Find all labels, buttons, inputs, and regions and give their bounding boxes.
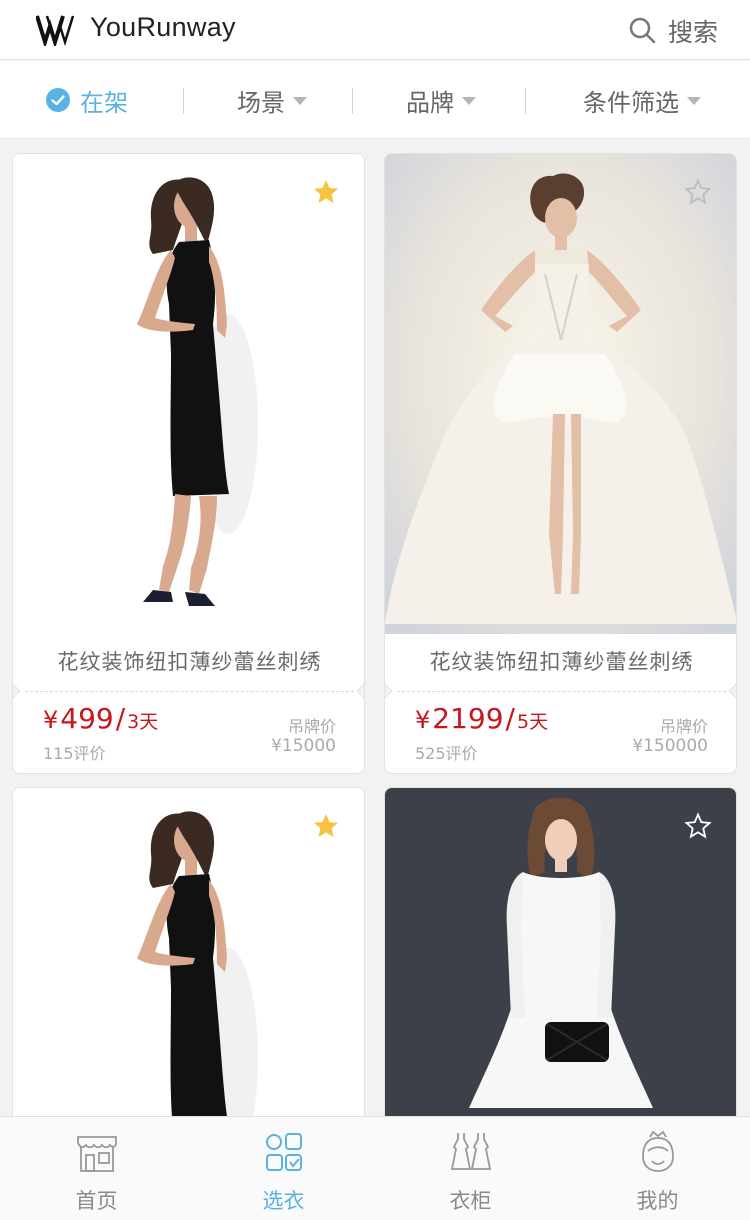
star-icon-outline[interactable] (684, 178, 712, 206)
storefront-icon (77, 1136, 117, 1172)
nav-select-label: 选衣 (262, 1189, 305, 1213)
scene-label: 场景 (237, 88, 285, 117)
ticket-notch (13, 682, 21, 700)
grid-select-icon (266, 1133, 302, 1171)
product-card[interactable] (12, 787, 365, 1147)
price-separator: / (505, 702, 515, 735)
scene-filter[interactable]: 场景 (237, 61, 307, 139)
review-count: 115评价 (43, 744, 106, 763)
tag-price-label: 吊牌价 (287, 717, 336, 736)
princess-avatar-icon (642, 1130, 674, 1172)
on-shelf-filter[interactable]: 在架 (46, 61, 128, 139)
rental-price: ¥ 2199 / 5天 (415, 702, 548, 735)
rental-period: 5天 (516, 711, 549, 733)
nav-select[interactable]: 选衣 (190, 1117, 377, 1220)
review-count: 525评价 (415, 744, 478, 763)
star-icon-filled[interactable] (312, 178, 340, 206)
filter-divider (525, 88, 526, 114)
product-card[interactable]: 花纹装饰纽扣薄纱蕾丝刺绣 ¥ 2199 / 5天 525评价 吊牌价 ¥1500… (384, 153, 737, 774)
filter-divider (183, 88, 184, 114)
dresses-icon (450, 1133, 492, 1170)
star-icon-filled[interactable] (312, 812, 340, 840)
nav-wardrobe[interactable]: 衣柜 (377, 1117, 564, 1220)
currency-symbol: ¥ (43, 706, 59, 734)
top-bar: YouRunway 搜索 (0, 0, 750, 60)
black-dress-model-image (13, 154, 364, 634)
price-amount: 2199 (432, 702, 504, 735)
black-dress-model-image (13, 788, 364, 1146)
bottom-nav: 首页 选衣 衣柜 我的 (0, 1116, 750, 1220)
dashed-divider (397, 691, 726, 692)
check-circle-icon (46, 88, 70, 112)
tag-price-value: ¥150000 (632, 736, 708, 756)
search-icon[interactable] (628, 16, 656, 44)
search-button[interactable]: 搜索 (668, 13, 718, 49)
tag-price-value: ¥15000 (271, 736, 336, 756)
rental-period: 3天 (127, 711, 159, 733)
star-icon-outline[interactable] (684, 812, 712, 840)
product-card[interactable]: 花纹装饰纽扣薄纱蕾丝刺绣 ¥ 499 / 3天 115评价 吊牌价 ¥15000 (12, 153, 365, 774)
conditions-label: 条件筛选 (583, 88, 679, 117)
brand-label: 品牌 (406, 88, 454, 117)
app-root: YouRunway 搜索 在架 场景 品牌 条件筛选 花纹装饰纽扣薄纱蕾丝刺绣 … (0, 0, 750, 1220)
product-name: 花纹装饰纽扣薄纱蕾丝刺绣 (57, 650, 322, 674)
ticket-notch (728, 682, 736, 700)
nav-mine[interactable]: 我的 (564, 1117, 750, 1220)
filter-divider (352, 88, 353, 114)
brand-filter[interactable]: 品牌 (406, 61, 476, 139)
conditions-filter[interactable]: 条件筛选 (583, 61, 701, 139)
caret-down-icon (462, 97, 476, 105)
product-photo[interactable] (385, 788, 736, 1146)
yourunway-logo (36, 15, 74, 46)
rental-price: ¥ 499 / 3天 (43, 702, 158, 735)
wedding-gown-model-image (385, 154, 736, 634)
product-card[interactable] (384, 787, 737, 1147)
price-amount: 499 (60, 702, 114, 735)
filter-bar: 在架 场景 品牌 条件筛选 (0, 61, 750, 139)
product-photo[interactable] (13, 154, 364, 634)
nav-mine-label: 我的 (636, 1189, 679, 1213)
ticket-notch (385, 682, 393, 700)
product-name: 花纹装饰纽扣薄纱蕾丝刺绣 (429, 650, 694, 674)
app-title: YouRunway (90, 12, 236, 42)
nav-wardrobe-label: 衣柜 (449, 1189, 492, 1213)
price-separator: / (115, 702, 126, 735)
currency-symbol: ¥ (415, 706, 431, 734)
nav-home-label: 首页 (75, 1189, 118, 1213)
product-photo[interactable] (13, 788, 364, 1146)
caret-down-icon (687, 97, 701, 105)
white-dress-model-image (385, 788, 736, 1146)
product-photo[interactable] (385, 154, 736, 634)
dashed-divider (25, 691, 354, 692)
nav-home[interactable]: 首页 (3, 1117, 190, 1220)
on-shelf-label: 在架 (80, 88, 128, 117)
caret-down-icon (293, 97, 307, 105)
tag-price-label: 吊牌价 (659, 717, 708, 736)
ticket-notch (356, 682, 364, 700)
